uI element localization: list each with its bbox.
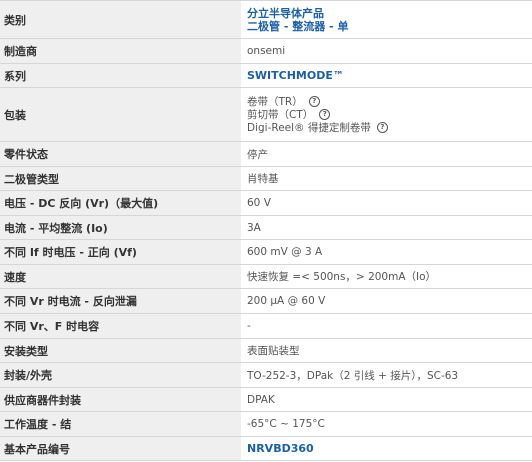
row-label: 系列 bbox=[0, 64, 241, 87]
row-label: 不同 Vr、F 时电容 bbox=[0, 314, 241, 338]
table-row: 安装类型 表面贴装型 bbox=[0, 339, 532, 363]
row-value: onsemi bbox=[247, 45, 286, 57]
table-row: 电压 - DC 反向 (Vr)（最大值) 60 V bbox=[0, 191, 532, 216]
row-value: 60 V bbox=[247, 197, 271, 209]
product-attributes-table: 类别 分立半导体产品 二极管 - 整流器 - 单 制造商 onsemi 系列 S… bbox=[0, 0, 532, 461]
table-row: 工作温度 - 结 -65°C ~ 175°C bbox=[0, 412, 532, 437]
table-row: 类别 分立半导体产品 二极管 - 整流器 - 单 bbox=[0, 1, 532, 39]
row-label: 供应商器件封装 bbox=[0, 388, 241, 411]
row-value: NRVBD360 bbox=[241, 437, 532, 460]
table-row: 系列 SWITCHMODE™ bbox=[0, 64, 532, 88]
row-label: 类别 bbox=[0, 1, 241, 38]
table-row: 供应商器件封装 DPAK bbox=[0, 388, 532, 412]
row-value: TO-252-3，DPak（2 引线 + 接片），SC-63 bbox=[247, 369, 459, 382]
row-label: 包装 bbox=[0, 88, 241, 141]
help-icon[interactable]: ? bbox=[376, 122, 388, 133]
row-value: 卷带（TR） ? 剪切带（CT） ? Digi-Reel® 得捷定制卷带 ? bbox=[241, 88, 532, 141]
table-row: 不同 Vr、F 时电容 - bbox=[0, 314, 532, 339]
table-row: 零件状态 停产 bbox=[0, 142, 532, 167]
row-value: -65°C ~ 175°C bbox=[247, 418, 325, 430]
row-value: DPAK bbox=[247, 393, 275, 406]
packaging-option: Digi-Reel® 得捷定制卷带 ? bbox=[247, 121, 532, 134]
packaging-label: Digi-Reel® 得捷定制卷带 bbox=[247, 122, 371, 134]
row-value: SWITCHMODE™ bbox=[241, 64, 532, 87]
row-label: 封装/外壳 bbox=[0, 363, 241, 387]
row-label: 不同 If 时电压 - 正向 (Vf) bbox=[0, 240, 241, 264]
row-label: 制造商 bbox=[0, 39, 241, 63]
table-row: 不同 If 时电压 - 正向 (Vf) 600 mV @ 3 A bbox=[0, 240, 532, 265]
row-label: 基本产品编号 bbox=[0, 437, 241, 460]
row-label: 工作温度 - 结 bbox=[0, 412, 241, 436]
series-link[interactable]: SWITCHMODE™ bbox=[247, 69, 532, 82]
row-label: 电压 - DC 反向 (Vr)（最大值) bbox=[0, 191, 241, 215]
table-row: 二极管类型 肖特基 bbox=[0, 167, 532, 191]
row-value: 600 mV @ 3 A bbox=[247, 246, 323, 258]
row-label: 不同 Vr 时电流 - 反向泄漏 bbox=[0, 289, 241, 313]
row-label: 二极管类型 bbox=[0, 167, 241, 190]
base-product-link[interactable]: NRVBD360 bbox=[247, 442, 532, 455]
table-row: 包装 卷带（TR） ? 剪切带（CT） ? Digi-Reel® 得捷定制卷带 … bbox=[0, 88, 532, 142]
table-row: 电流 - 平均整流 (Io) 3A bbox=[0, 216, 532, 240]
row-label: 速度 bbox=[0, 265, 241, 288]
row-value: 表面贴装型 bbox=[247, 345, 300, 357]
table-row: 速度 快速恢复 =< 500ns，> 200mA（Io） bbox=[0, 265, 532, 289]
row-value: 200 µA @ 60 V bbox=[247, 295, 326, 307]
row-value: 快速恢复 =< 500ns，> 200mA（Io） bbox=[247, 271, 437, 283]
category-link[interactable]: 分立半导体产品 bbox=[247, 7, 532, 20]
help-icon[interactable]: ? bbox=[319, 109, 331, 120]
subcategory-link[interactable]: 二极管 - 整流器 - 单 bbox=[247, 20, 532, 33]
row-value: 肖特基 bbox=[247, 173, 279, 185]
row-value: - bbox=[247, 320, 251, 332]
row-label: 电流 - 平均整流 (Io) bbox=[0, 216, 241, 239]
row-label: 安装类型 bbox=[0, 339, 241, 362]
row-value: 3A bbox=[247, 221, 261, 234]
row-value: 分立半导体产品 二极管 - 整流器 - 单 bbox=[241, 1, 532, 38]
table-row: 封装/外壳 TO-252-3，DPak（2 引线 + 接片），SC-63 bbox=[0, 363, 532, 388]
table-row: 基本产品编号 NRVBD360 bbox=[0, 437, 532, 461]
table-row: 制造商 onsemi bbox=[0, 39, 532, 64]
help-icon[interactable]: ? bbox=[308, 96, 320, 107]
row-value: 停产 bbox=[247, 148, 268, 161]
table-row: 不同 Vr 时电流 - 反向泄漏 200 µA @ 60 V bbox=[0, 289, 532, 314]
row-label: 零件状态 bbox=[0, 142, 241, 166]
